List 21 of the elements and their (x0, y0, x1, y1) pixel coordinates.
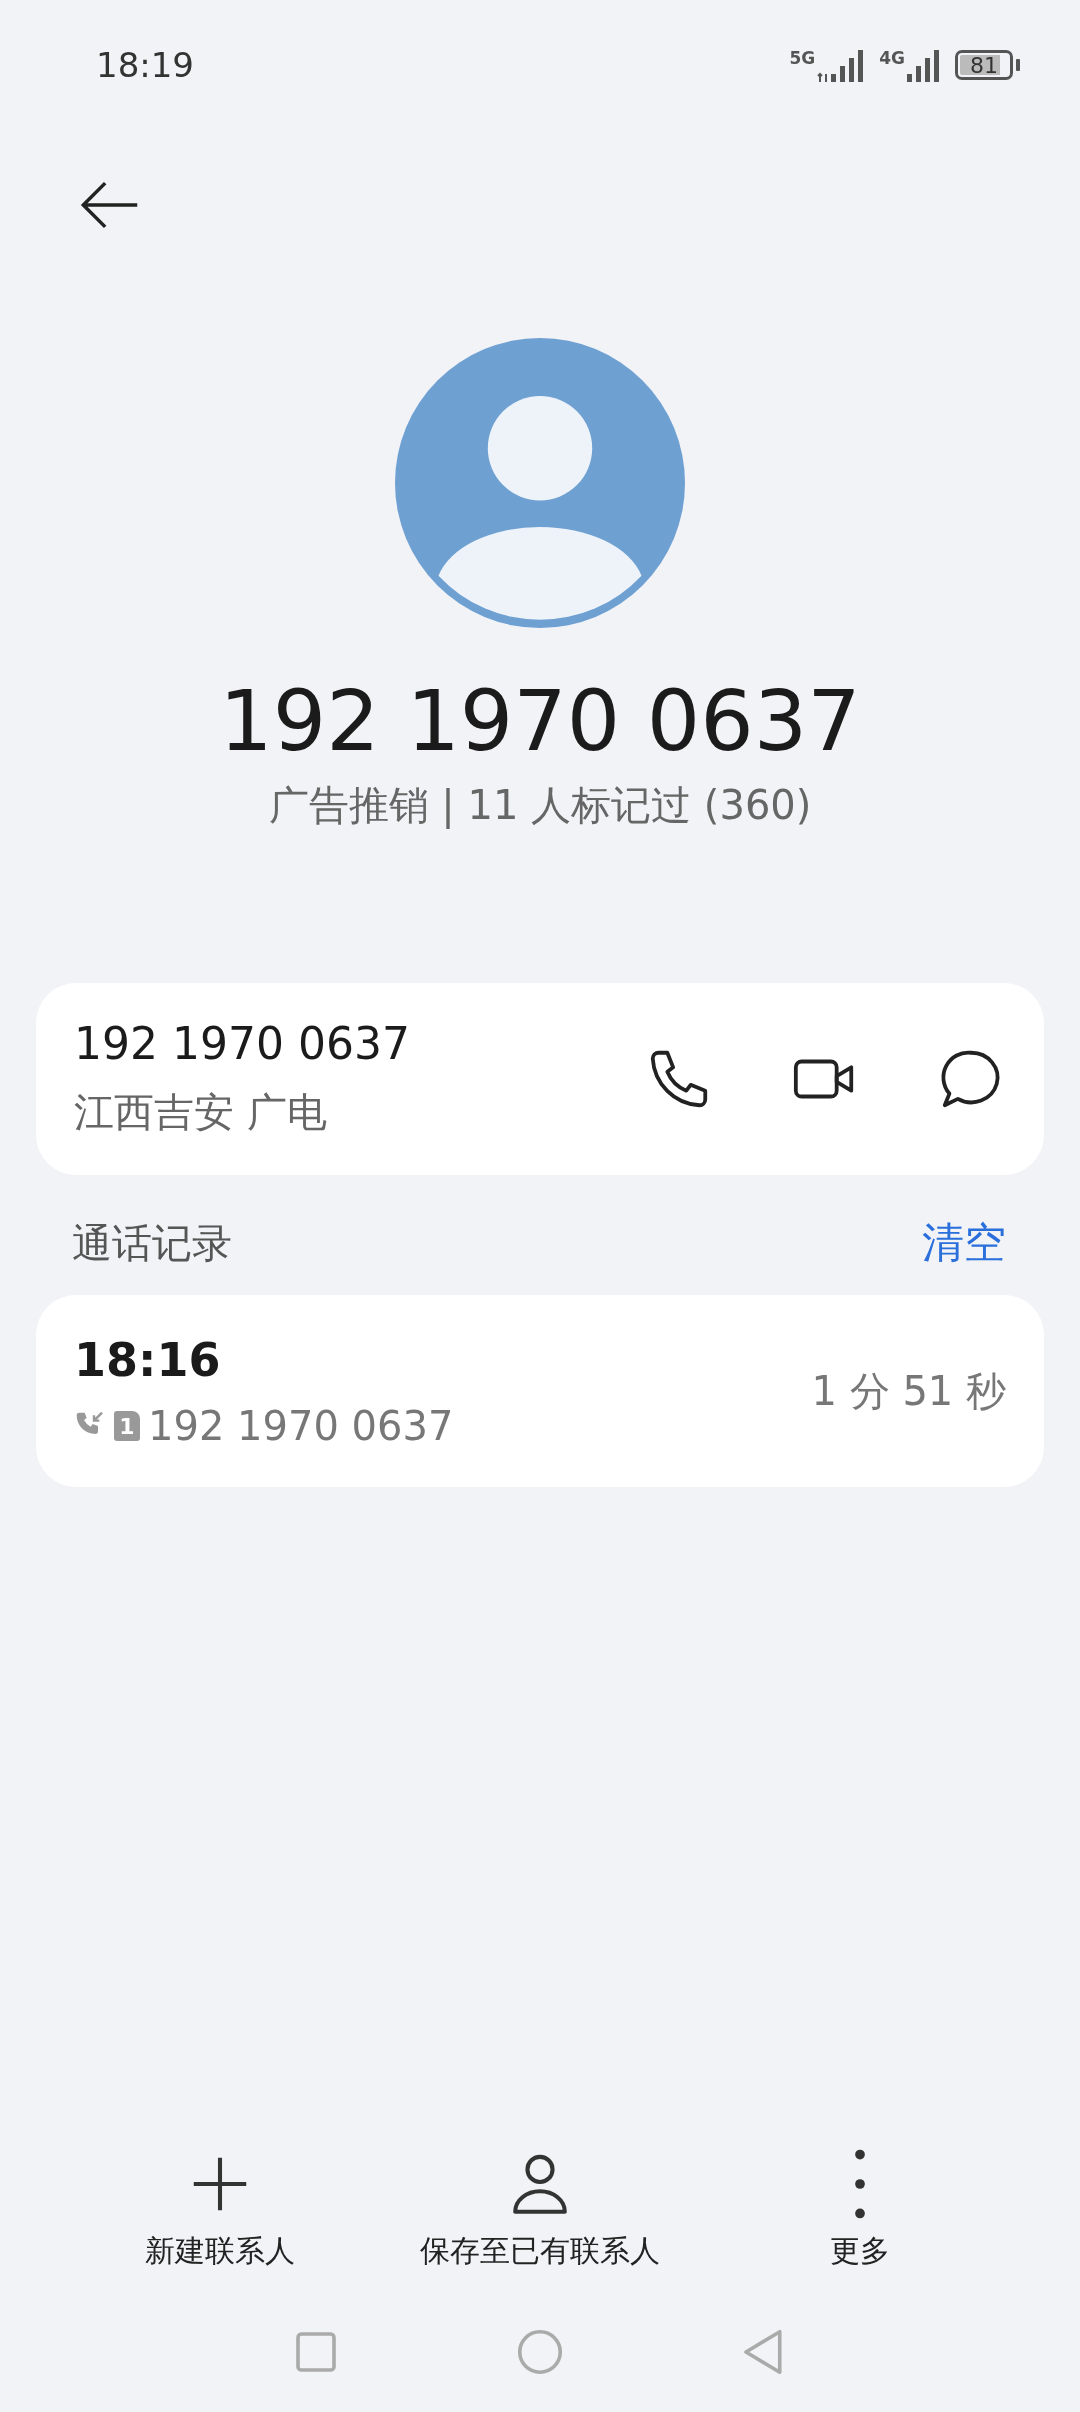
section-title: 通话记录 (72, 1218, 232, 1268)
network-type: 5G (789, 50, 816, 67)
number-tag-info: 广告推销 | 11 人标记过 (360) (268, 781, 812, 831)
sim-badge: 1 (114, 1411, 140, 1441)
avatar-icon (395, 338, 685, 628)
call-log-entry[interactable]: 18:16 1 192 1970 0637 1 分 51 秒 (36, 1295, 1044, 1487)
phone-number: 192 1970 0637 (74, 1018, 411, 1069)
clear-button[interactable]: 清空 (922, 1215, 1006, 1271)
phone-number-title: 192 1970 0637 (219, 672, 861, 770)
more-icon (854, 2149, 866, 2219)
status-time: 18:19 (96, 45, 194, 85)
number-location: 江西吉安 广电 (74, 1088, 328, 1137)
signal-icon (817, 48, 866, 82)
network-type: 4G (879, 50, 905, 67)
caller-number: 192 1970 0637 (148, 1403, 454, 1449)
call-duration: 1 分 51 秒 (811, 1366, 1006, 1416)
call-time: 18:16 (74, 1333, 222, 1387)
person-contact-button[interactable]: 保存至已有联系人 (380, 2149, 700, 2272)
add-contact-button[interactable]: 新建联系人 (60, 2149, 380, 2272)
signal-icon (907, 48, 941, 82)
more-contact-button[interactable]: 更多 (700, 2149, 1020, 2272)
